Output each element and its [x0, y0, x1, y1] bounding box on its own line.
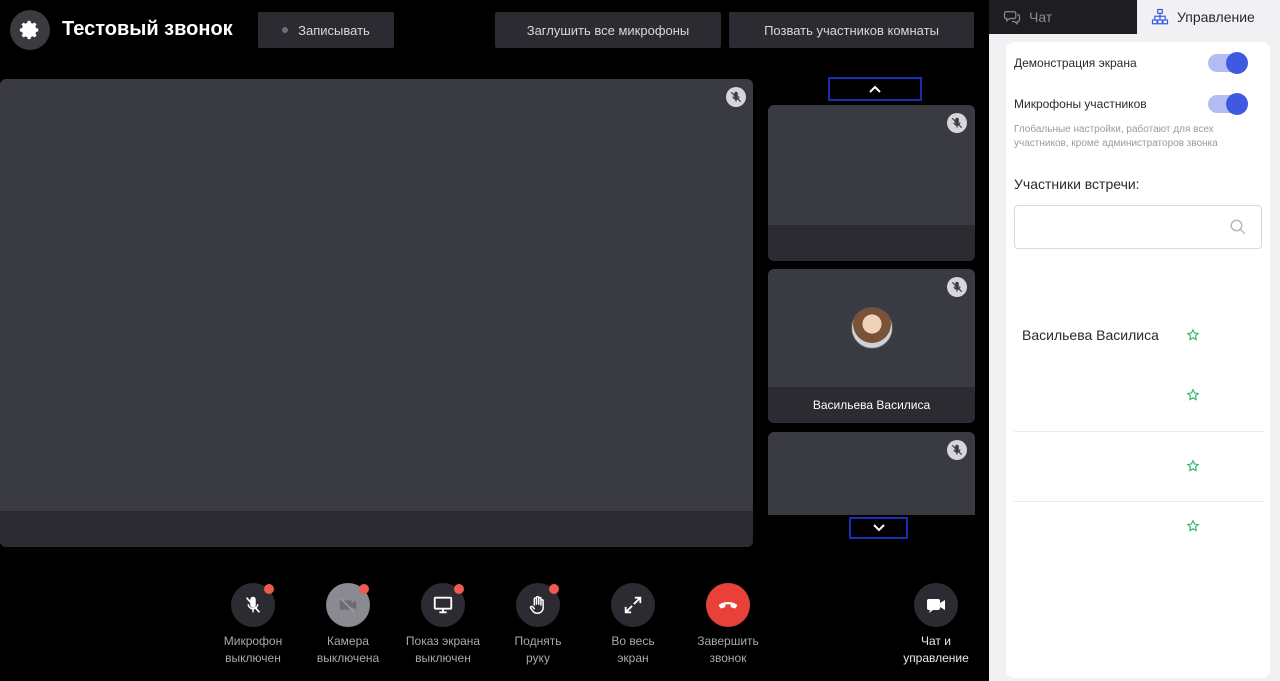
participant-tile[interactable]: Васильева Василиса	[768, 269, 975, 423]
control-label: Во весь экран	[611, 634, 655, 665]
status-badge	[549, 584, 559, 594]
tab-chat[interactable]: Чат	[989, 0, 1137, 34]
raise-hand-button-circle	[516, 583, 560, 627]
mic-muted-icon	[947, 277, 967, 297]
mute-all-button[interactable]: Заглушить все микрофоны	[495, 12, 721, 48]
control-label: Показ экрана выключен	[405, 634, 481, 665]
divider	[1014, 501, 1264, 502]
tiles-scroll-down-button[interactable]	[849, 517, 908, 539]
participant-tile[interactable]	[768, 432, 975, 515]
mic-muted-icon	[726, 87, 746, 107]
management-card: Демонстрация экрана Микрофоны участников…	[1006, 42, 1270, 678]
settings-hint: Глобальные настройки, работают для всех …	[1014, 124, 1218, 149]
chat-manage-button-circle	[914, 583, 958, 627]
screen-share-icon	[433, 596, 453, 614]
list-item: Васильева Василиса	[1014, 327, 1262, 347]
chat-video-icon	[927, 599, 945, 613]
mic-toggle-button[interactable]: Микрофон выключен	[205, 583, 301, 667]
camera-off-icon	[339, 597, 357, 613]
status-badge	[264, 584, 274, 594]
hierarchy-icon	[1151, 8, 1169, 25]
star-icon[interactable]	[1186, 388, 1200, 405]
control-label: Поднять руку	[514, 634, 562, 665]
settings-button[interactable]	[10, 10, 50, 50]
camera-button-circle	[326, 583, 370, 627]
chevron-up-icon	[869, 85, 881, 93]
status-badge	[359, 584, 369, 594]
member-search-input[interactable]	[1025, 206, 1225, 246]
record-dot-icon	[282, 27, 289, 33]
control-label: Микрофон выключен	[223, 634, 283, 665]
mic-muted-icon	[947, 113, 967, 133]
screen-share-toggle[interactable]	[1208, 52, 1248, 74]
participant-mics-setting-label: Микрофоны участников	[1014, 97, 1147, 111]
member-name: Васильева Василиса	[1022, 327, 1159, 343]
record-button[interactable]: Записывать	[258, 12, 394, 48]
mic-muted-icon	[947, 440, 967, 460]
list-item	[1014, 387, 1262, 407]
invite-participants-button[interactable]: Позвать участников комнаты	[729, 12, 974, 48]
chat-icon	[1003, 11, 1021, 25]
participant-mics-toggle[interactable]	[1208, 93, 1248, 115]
mic-off-icon	[245, 596, 261, 613]
fullscreen-button[interactable]: Во весь экран	[585, 583, 681, 667]
main-video-caption-bar	[0, 511, 753, 547]
hangup-icon	[718, 602, 738, 609]
gear-icon	[19, 20, 39, 40]
call-title: Тестовый звонок	[62, 18, 233, 40]
list-item	[1014, 518, 1262, 538]
control-label: Камера выключена	[316, 634, 380, 665]
participant-tile[interactable]	[768, 105, 975, 261]
participant-mics-setting: Микрофоны участников	[1014, 93, 1262, 115]
video-call-app: Тестовый звонок Записывать Заглушить все…	[0, 0, 1280, 681]
screen-share-setting-label: Демонстрация экрана	[1014, 56, 1137, 70]
participant-name: Васильева Василиса	[768, 387, 975, 423]
end-call-button-circle	[706, 583, 750, 627]
control-label: Чат и управление	[903, 634, 969, 665]
end-call-button[interactable]: Завершить звонок	[680, 583, 776, 667]
list-item	[1014, 458, 1262, 478]
screen-share-setting: Демонстрация экрана	[1014, 52, 1262, 74]
control-label: Завершить звонок	[697, 634, 759, 665]
record-button-label: Записывать	[298, 22, 370, 38]
search-icon	[1230, 219, 1246, 235]
camera-toggle-button[interactable]: Камера выключена	[300, 583, 396, 667]
star-icon[interactable]	[1186, 519, 1200, 536]
participant-name	[768, 225, 975, 261]
members-title: Участники встречи:	[1014, 176, 1140, 192]
divider	[1014, 431, 1264, 432]
star-icon[interactable]	[1186, 459, 1200, 476]
avatar	[851, 307, 893, 349]
status-badge	[454, 584, 464, 594]
chevron-down-icon	[872, 524, 885, 532]
member-search	[1014, 205, 1262, 249]
tab-management[interactable]: Управление	[1137, 0, 1280, 34]
raise-hand-button[interactable]: Поднять руку	[490, 583, 586, 667]
star-icon[interactable]	[1186, 328, 1200, 345]
chat-and-manage-button[interactable]: Чат и управление	[888, 583, 984, 667]
tab-chat-label: Чат	[1029, 9, 1053, 25]
hand-icon	[529, 595, 544, 614]
main-video-tile	[0, 79, 753, 547]
fullscreen-button-circle	[611, 583, 655, 627]
mic-button-circle	[231, 583, 275, 627]
tiles-scroll-up-button[interactable]	[828, 77, 922, 101]
tab-management-label: Управление	[1177, 9, 1255, 25]
side-panel: Чат Управление Демонстрация экрана Микро…	[989, 0, 1280, 681]
fullscreen-icon	[624, 596, 642, 614]
screen-share-button[interactable]: Показ экрана выключен	[395, 583, 491, 667]
screen-share-button-circle	[421, 583, 465, 627]
